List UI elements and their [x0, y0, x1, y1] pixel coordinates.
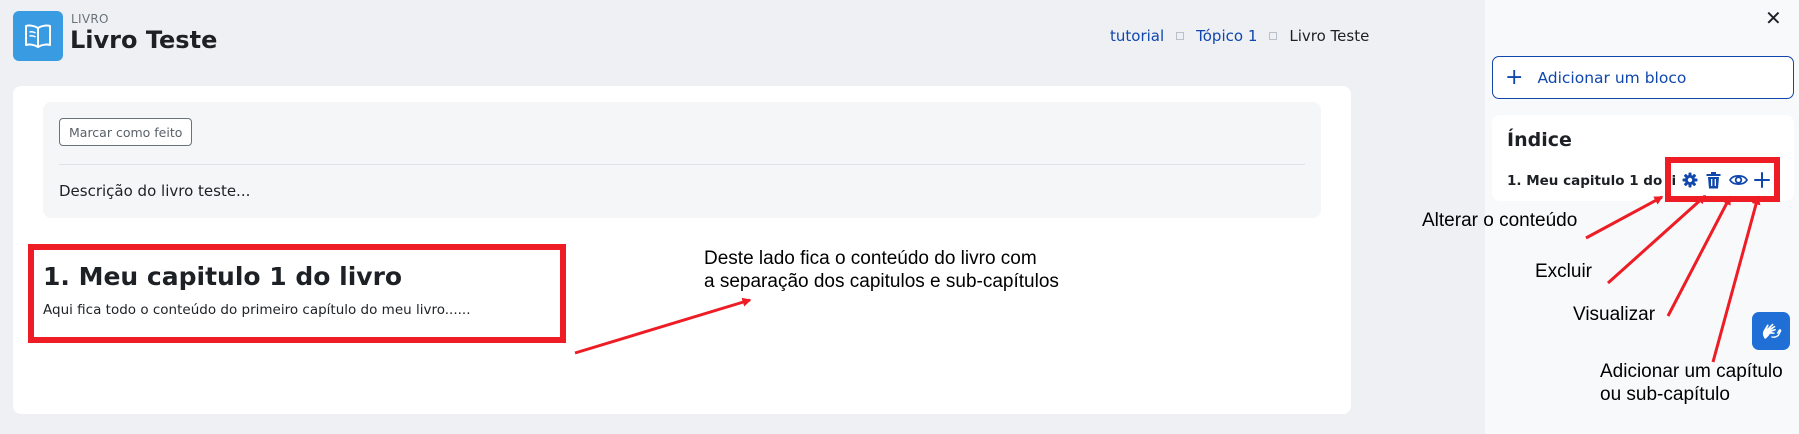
annotation-view-note: Visualizar [1573, 304, 1656, 325]
activity-header-box [43, 102, 1321, 218]
close-drawer-button[interactable]: ✕ [1765, 6, 1782, 30]
add-block-button[interactable]: + Adicionar um bloco [1492, 56, 1794, 99]
breadcrumb-link-course[interactable]: tutorial [1110, 27, 1164, 45]
add-block-label: Adicionar um bloco [1537, 68, 1687, 87]
divider [59, 164, 1305, 165]
toc-chapter-link[interactable]: 1. Meu capitulo 1 do livro [1507, 173, 1675, 189]
accessibility-sign-language-button[interactable] [1752, 312, 1790, 350]
annotation-add-note-line2: ou sub-capítulo [1600, 384, 1730, 405]
annotation-actions-highlight [1665, 157, 1780, 202]
annotation-chapter-highlight [28, 244, 566, 343]
annotation-edit-note: Alterar o conteúdo [1422, 210, 1578, 231]
plus-icon: + [1505, 64, 1524, 90]
breadcrumb-link-topic[interactable]: Tópico 1 [1196, 27, 1257, 45]
breadcrumb-separator [1269, 32, 1278, 40]
annotation-content-note-line1: Deste lado fica o conteúdo do livro com [704, 248, 1037, 269]
activity-type-label: LIVRO [71, 12, 109, 26]
table-of-contents-title: Índice [1507, 129, 1572, 151]
book-icon [13, 11, 63, 61]
breadcrumb-separator [1176, 32, 1185, 40]
annotation-delete-note: Excluir [1535, 261, 1593, 282]
mark-as-done-button[interactable]: Marcar como feito [59, 118, 193, 146]
annotation-add-note-line1: Adicionar um capítulo [1600, 361, 1783, 382]
breadcrumb: tutorial Tópico 1 Livro Teste [1110, 27, 1369, 45]
annotation-content-note-line2: a separação dos capitulos e sub-capítulo… [704, 271, 1059, 292]
book-description: Descrição do livro teste... [59, 182, 251, 200]
breadcrumb-current: Livro Teste [1289, 27, 1370, 45]
page-title: Livro Teste [70, 26, 218, 54]
